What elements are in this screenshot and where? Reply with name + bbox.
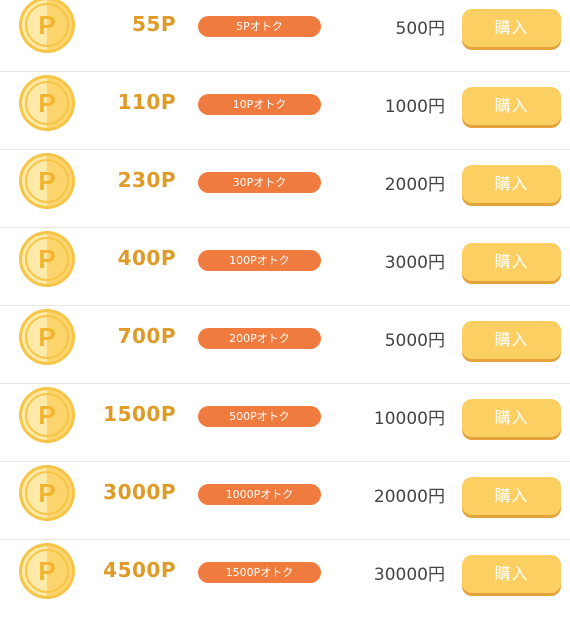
p-coin-icon: P <box>19 75 75 131</box>
p-coin-icon: P <box>19 0 75 53</box>
list-item: P 110P 10Pオトク 1000円 購入 <box>0 72 570 150</box>
buy-button[interactable]: 購入 <box>462 165 561 203</box>
buy-button[interactable]: 購入 <box>462 9 561 47</box>
bonus-badge: 5Pオトク <box>198 16 321 37</box>
svg-text:P: P <box>38 10 55 40</box>
list-item: P 700P 200Pオトク 5000円 購入 <box>0 306 570 384</box>
buy-button[interactable]: 購入 <box>462 243 561 281</box>
svg-text:P: P <box>38 478 55 508</box>
list-item: P 55P 5Pオトク 500円 購入 <box>0 0 570 72</box>
p-coin-icon: P <box>19 543 75 599</box>
list-item: P 400P 100Pオトク 3000円 購入 <box>0 228 570 306</box>
svg-text:P: P <box>38 244 55 274</box>
list-item: P 4500P 1500Pオトク 30000円 購入 <box>0 540 570 618</box>
list-item: P 1500P 500Pオトク 10000円 購入 <box>0 384 570 462</box>
buy-button[interactable]: 購入 <box>462 87 561 125</box>
svg-text:P: P <box>38 166 55 196</box>
points-amount: 700P <box>117 324 176 348</box>
bonus-badge: 10Pオトク <box>198 94 321 115</box>
p-coin-icon: P <box>19 231 75 287</box>
bonus-badge: 100Pオトク <box>198 250 321 271</box>
bonus-badge: 500Pオトク <box>198 406 321 427</box>
buy-button[interactable]: 購入 <box>462 477 561 515</box>
svg-text:P: P <box>38 88 55 118</box>
p-coin-icon: P <box>19 153 75 209</box>
buy-button[interactable]: 購入 <box>462 555 561 593</box>
points-amount: 55P <box>132 12 176 36</box>
points-amount: 230P <box>117 168 176 192</box>
p-coin-icon: P <box>19 465 75 521</box>
svg-text:P: P <box>38 322 55 352</box>
p-coin-icon: P <box>19 387 75 443</box>
list-item: P 230P 30Pオトク 2000円 購入 <box>0 150 570 228</box>
price-label: 5000円 <box>384 331 445 351</box>
points-amount: 1500P <box>103 402 176 426</box>
points-amount: 4500P <box>103 558 176 582</box>
bonus-badge: 30Pオトク <box>198 172 321 193</box>
buy-button[interactable]: 購入 <box>462 321 561 359</box>
points-amount: 110P <box>117 90 176 114</box>
point-purchase-list: P 55P 5Pオトク 500円 購入 P 110P 10Pオトク 1000円 … <box>0 0 570 616</box>
p-coin-icon: P <box>19 309 75 365</box>
points-amount: 3000P <box>103 480 176 504</box>
bonus-badge: 200Pオトク <box>198 328 321 349</box>
list-item: P 3000P 1000Pオトク 20000円 購入 <box>0 462 570 540</box>
price-label: 10000円 <box>373 409 445 429</box>
price-label: 1000円 <box>384 97 445 117</box>
price-label: 2000円 <box>384 175 445 195</box>
price-label: 20000円 <box>373 487 445 507</box>
price-label: 30000円 <box>373 565 445 585</box>
svg-text:P: P <box>38 400 55 430</box>
points-amount: 400P <box>117 246 176 270</box>
svg-text:P: P <box>38 556 55 586</box>
bonus-badge: 1500Pオトク <box>198 562 321 583</box>
bonus-badge: 1000Pオトク <box>198 484 321 505</box>
price-label: 500円 <box>395 19 445 39</box>
buy-button[interactable]: 購入 <box>462 399 561 437</box>
price-label: 3000円 <box>384 253 445 273</box>
